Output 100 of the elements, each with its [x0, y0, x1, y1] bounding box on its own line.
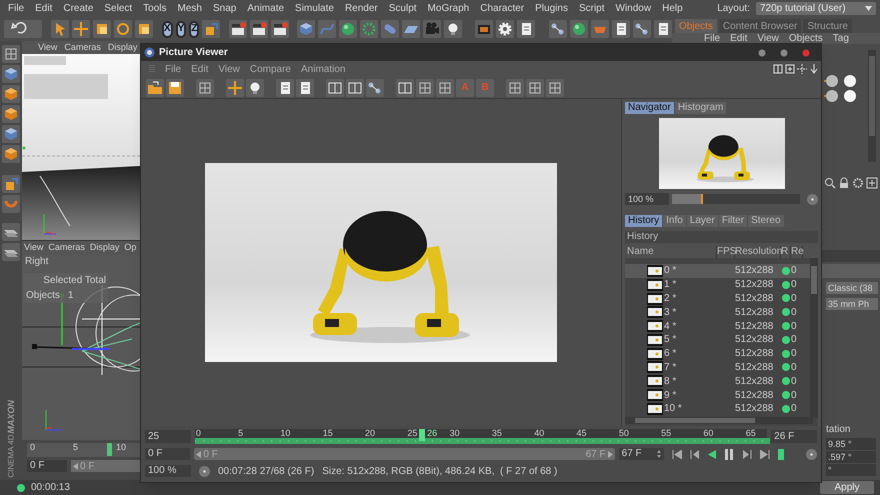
round-button-icon[interactable] — [199, 466, 210, 476]
clapperboard-icon[interactable] — [229, 20, 248, 38]
menu-item[interactable]: View — [24, 241, 44, 255]
menu-item[interactable]: Compare — [250, 62, 291, 76]
history-row[interactable]: 1 * 512x288 0 — [625, 278, 810, 292]
nodes-icon[interactable] — [366, 78, 384, 96]
grid-icon[interactable] — [436, 78, 454, 96]
menu-item[interactable]: Animation — [301, 62, 346, 76]
cube-icon[interactable] — [2, 145, 20, 163]
menu-item[interactable]: View — [38, 40, 58, 54]
menu-item[interactable]: View — [757, 34, 779, 44]
fps-field[interactable]: 25 — [145, 430, 191, 443]
scale-icon[interactable] — [93, 20, 111, 38]
grid-icon[interactable] — [416, 78, 434, 96]
grid-icon[interactable] — [506, 78, 524, 96]
coordinate-system-icon[interactable] — [2, 175, 20, 193]
playhead-marker[interactable] — [107, 443, 112, 456]
sphere-icon[interactable] — [570, 20, 588, 38]
dropdown-field[interactable]: 35 mm Ph — [826, 298, 878, 310]
menu-item[interactable]: View — [218, 62, 240, 76]
grid-icon[interactable] — [196, 78, 214, 96]
axis-toggle-button[interactable]: X — [162, 20, 173, 38]
step-forward-icon[interactable] — [742, 450, 752, 458]
panel-tab[interactable]: Info — [663, 215, 686, 227]
menu-item[interactable]: Mesh — [178, 1, 202, 16]
cube-icon[interactable] — [2, 85, 20, 103]
history-row[interactable]: 10 * 512x288 0 — [625, 402, 810, 416]
menu-item[interactable]: Tools — [143, 1, 167, 16]
layout-dropdown[interactable]: 720p tutorial (User) — [756, 2, 876, 15]
document-icon[interactable] — [612, 20, 630, 38]
history-row[interactable]: 4 * 512x288 0 — [625, 319, 810, 333]
pause-icon[interactable] — [724, 448, 734, 460]
zoom-slider[interactable] — [672, 194, 800, 204]
panel-tab[interactable]: Content Browser — [718, 19, 802, 33]
menu-item[interactable]: MoGraph — [428, 1, 470, 16]
frame-field[interactable]: 0 F — [27, 460, 67, 472]
menu-item[interactable]: Sculpt — [388, 1, 417, 16]
menu-item[interactable]: Cameras — [48, 241, 85, 255]
new-window-icon[interactable] — [866, 177, 878, 189]
record-marker-icon[interactable] — [778, 448, 784, 460]
light-bulb-icon[interactable] — [246, 78, 264, 96]
grid-icon[interactable] — [526, 78, 544, 96]
search-icon[interactable] — [824, 177, 836, 189]
minimize-icon[interactable] — [758, 48, 766, 56]
panel-tab[interactable]: Layer — [686, 215, 718, 227]
menu-item[interactable]: Tag — [832, 34, 849, 44]
timeline-ruler[interactable]: 0 5 10 15 20 25 26 30 35 40 45 50 55 60 65 — [194, 429, 768, 444]
close-icon[interactable] — [802, 48, 810, 56]
cube-icon[interactable] — [2, 65, 20, 83]
menu-item[interactable]: Objects — [788, 34, 823, 44]
clapperboard-icon[interactable] — [271, 20, 290, 38]
history-row[interactable]: 3 * 512x288 0 — [625, 305, 810, 320]
menu-item[interactable]: Edit — [191, 62, 208, 76]
frame-field[interactable]: 0 F — [145, 448, 190, 460]
sphere-icon[interactable] — [339, 20, 358, 38]
dropdown-field[interactable]: Classic (38 — [826, 282, 878, 294]
round-button-icon[interactable] — [807, 194, 818, 204]
clapperboard-icon[interactable] — [250, 20, 268, 38]
frame-field[interactable]: 26 F — [771, 430, 817, 443]
undo-icon[interactable] — [4, 20, 42, 38]
menu-item[interactable]: Simulate — [295, 1, 334, 16]
step-back-icon[interactable] — [690, 450, 700, 458]
round-button-icon[interactable] — [806, 448, 818, 460]
layers-icon[interactable] — [2, 243, 20, 261]
value-field[interactable]: 9.85 ° — [826, 438, 876, 450]
rotate-icon[interactable] — [114, 20, 132, 38]
play-backward-icon[interactable] — [708, 450, 716, 458]
menu-item[interactable]: File — [8, 1, 24, 16]
gear-icon[interactable] — [496, 20, 514, 38]
history-row[interactable]: 6 * 512x288 0 — [625, 346, 810, 361]
menu-item[interactable]: Window — [616, 1, 652, 16]
gear-icon[interactable] — [360, 20, 378, 38]
split-view-icon[interactable] — [396, 78, 414, 96]
gear-icon[interactable] — [852, 177, 864, 189]
panel-tab[interactable]: Structure — [803, 19, 852, 33]
pan-icon[interactable] — [797, 64, 807, 74]
history-row[interactable]: 5 * 512x288 0 — [625, 332, 810, 347]
cube-icon[interactable] — [297, 20, 316, 38]
film-icon[interactable] — [475, 20, 493, 38]
menu-item[interactable]: Render — [344, 1, 378, 16]
arrow-cursor-icon[interactable] — [51, 20, 69, 38]
zoom-field[interactable]: 100 % — [625, 193, 669, 205]
capsule-icon[interactable] — [381, 20, 400, 38]
panel-tab[interactable]: Filter — [718, 215, 748, 227]
menu-item[interactable]: File — [704, 34, 720, 44]
document-icon[interactable] — [276, 78, 294, 96]
menu-item[interactable]: Help — [662, 1, 683, 16]
menu-item[interactable]: Cameras — [64, 40, 101, 54]
menu-item[interactable]: Plugins — [535, 1, 568, 16]
floppy-disk-icon[interactable] — [166, 78, 184, 96]
panel-tab[interactable]: Stereo — [748, 215, 784, 227]
axis-toggle-button[interactable]: Z — [189, 20, 200, 38]
menu-item[interactable]: Display — [90, 241, 120, 255]
cube-icon[interactable] — [2, 125, 20, 143]
history-row[interactable]: 2 * 512x288 0 — [625, 292, 810, 306]
coordinate-system-icon[interactable] — [202, 20, 220, 38]
skip-start-icon[interactable] — [672, 450, 682, 458]
column-header[interactable]: Re — [791, 246, 803, 258]
cube-icon[interactable] — [2, 105, 20, 123]
menu-item[interactable]: Character — [480, 1, 524, 16]
